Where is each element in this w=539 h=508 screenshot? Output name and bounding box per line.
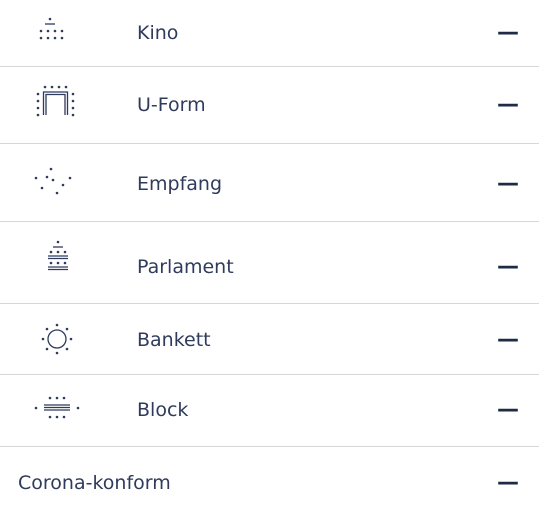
list-item-kino: Kino — [0,0,539,66]
list-item-bankett: Bankett — [0,304,539,374]
block-seating-icon [30,392,84,426]
list-item-label: Empfang [137,173,223,195]
capacity-value: — [497,171,519,196]
list-item-label: Bankett [137,329,211,351]
cinema-seating-icon [30,16,84,50]
capacity-value: — [497,92,519,117]
capacity-value: — [497,20,519,45]
u-shape-seating-icon [30,85,84,119]
list-item-label: U-Form [137,94,206,116]
capacity-value: — [497,470,519,495]
list-item-label: Corona-konform [18,472,171,494]
reception-seating-icon [30,166,84,200]
parliament-seating-icon [30,239,84,273]
list-item-block: Block — [0,375,539,446]
list-item-parlament: Parlament — [0,222,539,303]
seating-capacity-list: Kino — U-Form — Empfang — Parlament — Ba… [0,0,539,508]
capacity-value: — [497,254,519,279]
list-item-u-form: U-Form — [0,67,539,143]
list-item-empfang: Empfang — [0,144,539,221]
capacity-value: — [497,327,519,352]
banquet-seating-icon [30,322,84,356]
list-item-label: Kino [137,22,179,44]
list-item-label: Block [137,399,189,421]
list-item-label: Parlament [137,256,234,278]
list-item-corona-konform: Corona-konform — [0,447,539,508]
capacity-value: — [497,397,519,422]
